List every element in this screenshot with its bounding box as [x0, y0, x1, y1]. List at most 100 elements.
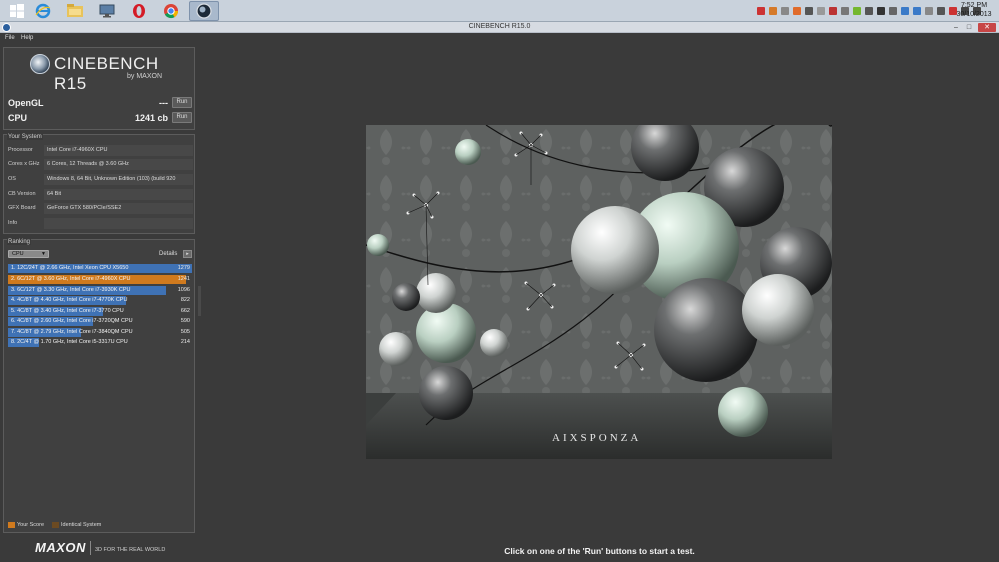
- tray-app-icon[interactable]: [877, 7, 885, 15]
- cinebench-logo-icon: [30, 54, 50, 74]
- legend-swatch-your-score: [8, 522, 15, 528]
- tray-app-icon[interactable]: [781, 7, 789, 15]
- legend-label: Your Score: [17, 522, 45, 528]
- ranking-score: 505: [180, 329, 190, 335]
- system-row: OS Windows 8, 64 Bit, Unknown Edition (1…: [7, 174, 193, 185]
- bench-score: ---: [159, 98, 168, 108]
- ranking-label: 7. 4C/8T @ 2.79 GHz, Intel Core i7-3840Q…: [11, 329, 133, 335]
- dropdown-value: CPU: [12, 251, 24, 257]
- menu-help[interactable]: Help: [21, 35, 33, 41]
- tray-app-icon[interactable]: [925, 7, 933, 15]
- maxon-tagline: 3D FOR THE REAL WORLD: [95, 547, 166, 553]
- render-image: AIXSPONZA: [366, 125, 832, 459]
- tray-app-icon[interactable]: [865, 7, 873, 15]
- system-value: Windows 8, 64 Bit, Unknown Edition (103)…: [44, 174, 193, 185]
- minimize-button[interactable]: –: [950, 23, 962, 32]
- bench-score: 1241 cb: [134, 113, 168, 123]
- ranking-score: 662: [180, 308, 190, 314]
- system-label: OS: [8, 176, 16, 182]
- logo-text: CINEBENCH R15: [54, 54, 159, 93]
- ranking-row[interactable]: 6. 4C/8T @ 2.60 GHz, Intel Core i7-3720Q…: [8, 317, 192, 326]
- ranking-row[interactable]: 3. 6C/12T @ 3.30 GHz, Intel Core i7-3930…: [8, 286, 192, 295]
- system-value: GeForce GTX 580/PCIe/SSE2: [44, 203, 193, 214]
- tray-app-icon[interactable]: [757, 7, 765, 15]
- ranking-label: 2. 6C/12T @ 3.60 GHz, Intel Core i7-4960…: [11, 276, 131, 282]
- ranking-label: 3. 6C/12T @ 3.30 GHz, Intel Core i7-3930…: [11, 287, 131, 293]
- taskbar: 7:52 PM 30/10/2013: [0, 0, 999, 22]
- tray-app-icon[interactable]: [805, 7, 813, 15]
- info-field[interactable]: [44, 218, 193, 229]
- divider: [90, 541, 91, 555]
- tray-app-icon[interactable]: [841, 7, 849, 15]
- system-tray: [757, 5, 981, 17]
- system-label: Cores x GHz: [8, 161, 40, 167]
- details-button[interactable]: ▸: [183, 250, 192, 258]
- system-row: GFX Board GeForce GTX 580/PCIe/SSE2: [7, 203, 193, 214]
- ranking-panel: Ranking CPU ▼ Details ▸ 1. 12C/24T @ 2.6…: [3, 239, 195, 533]
- system-label: Info: [8, 220, 18, 226]
- tray-app-icon[interactable]: [901, 7, 909, 15]
- tray-app-icon[interactable]: [937, 7, 945, 15]
- ranking-row[interactable]: 8. 2C/4T @ 1.70 GHz, Intel Core i5-3317U…: [8, 338, 192, 347]
- ranking-legend: Your Score Identical System: [8, 522, 128, 530]
- maximize-button[interactable]: □: [963, 23, 975, 32]
- system-row: Info: [7, 218, 193, 229]
- ranking-row[interactable]: 2. 6C/12T @ 3.60 GHz, Intel Core i7-4960…: [8, 275, 192, 284]
- clock-date: 30/10/2013: [956, 11, 992, 18]
- tray-app-icon[interactable]: [817, 7, 825, 15]
- cinebench-icon[interactable]: [189, 1, 219, 21]
- details-label: Details: [159, 251, 178, 257]
- ranking-row[interactable]: 5. 4C/8T @ 3.40 GHz, Intel Core i7-3770 …: [8, 307, 192, 316]
- system-row: Cores x GHz 6 Cores, 12 Threads @ 3.60 G…: [7, 159, 193, 170]
- menu-file[interactable]: File: [5, 35, 15, 41]
- ranking-row[interactable]: 1. 12C/24T @ 2.66 GHz, Intel Xeon CPU X5…: [8, 264, 192, 273]
- ranking-type-dropdown[interactable]: CPU ▼: [8, 250, 49, 258]
- logo-byline: by MAXON: [127, 73, 163, 80]
- close-button[interactable]: ✕: [978, 23, 996, 32]
- system-value: 64 Bit: [44, 189, 193, 200]
- nvidia-icon[interactable]: [853, 7, 861, 15]
- run-cpu-button[interactable]: Run: [172, 112, 192, 123]
- system-row: CB Version 64 Bit: [7, 189, 193, 200]
- chevron-down-icon: ▼: [41, 251, 46, 257]
- system-value: 6 Cores, 12 Threads @ 3.60 GHz: [44, 159, 193, 170]
- render-view[interactable]: AIXSPONZA: [366, 125, 832, 459]
- ranking-score: 214: [180, 339, 190, 345]
- bench-label: CPU: [8, 113, 28, 123]
- tray-app-icon[interactable]: [829, 7, 837, 15]
- ranking-label: 4. 4C/8T @ 4.40 GHz, Intel Core i7-4770K…: [11, 297, 128, 303]
- system-label: Processor: [8, 147, 33, 153]
- ranking-label: 6. 4C/8T @ 2.60 GHz, Intel Core i7-3720Q…: [11, 318, 133, 324]
- file-explorer-icon[interactable]: [60, 1, 90, 21]
- panel-splitter-handle[interactable]: [198, 286, 201, 316]
- menu-bar: File Help: [0, 33, 999, 44]
- ranking-label: 8. 2C/4T @ 1.70 GHz, Intel Core i5-3317U…: [11, 339, 128, 345]
- bench-row-opengl: OpenGL --- Run: [8, 97, 192, 110]
- opera-icon[interactable]: [124, 1, 154, 21]
- tray-app-icon[interactable]: [889, 7, 897, 15]
- benchmark-panel: CINEBENCH R15 by MAXON OpenGL --- Run CP…: [3, 47, 195, 130]
- ranking-score: 590: [180, 318, 190, 324]
- ranking-row[interactable]: 4. 4C/8T @ 4.40 GHz, Intel Core i7-4770K…: [8, 296, 192, 305]
- system-label: GFX Board: [8, 205, 36, 211]
- system-row: Processor Intel Core i7-4960X CPU: [7, 145, 193, 156]
- ranking-label: 1. 12C/24T @ 2.66 GHz, Intel Xeon CPU X5…: [11, 265, 129, 271]
- your-system-panel: Your System Processor Intel Core i7-4960…: [3, 134, 195, 234]
- clock[interactable]: 7:52 PM 30/10/2013: [953, 1, 995, 19]
- run-opengl-button[interactable]: Run: [172, 97, 192, 108]
- chrome-icon[interactable]: [156, 1, 186, 21]
- ranking-label: 5. 4C/8T @ 3.40 GHz, Intel Core i7-3770 …: [11, 308, 124, 314]
- ranking-score: 1279: [177, 265, 190, 271]
- title-bar: CINEBENCH R15.0 – □ ✕: [0, 22, 999, 33]
- internet-explorer-icon[interactable]: [28, 1, 58, 21]
- window-title: CINEBENCH R15.0: [468, 23, 531, 30]
- panel-title: Your System: [7, 134, 43, 140]
- ranking-row[interactable]: 7. 4C/8T @ 2.79 GHz, Intel Core i7-3840Q…: [8, 328, 192, 337]
- maxon-logo: MAXON: [35, 540, 86, 555]
- tray-app-icon[interactable]: [769, 7, 777, 15]
- bluetooth-icon[interactable]: [913, 7, 921, 15]
- ranking-score: 822: [180, 297, 190, 303]
- computer-icon[interactable]: [92, 1, 122, 21]
- legend-swatch-identical-system: [52, 522, 59, 528]
- tray-app-icon[interactable]: [793, 7, 801, 15]
